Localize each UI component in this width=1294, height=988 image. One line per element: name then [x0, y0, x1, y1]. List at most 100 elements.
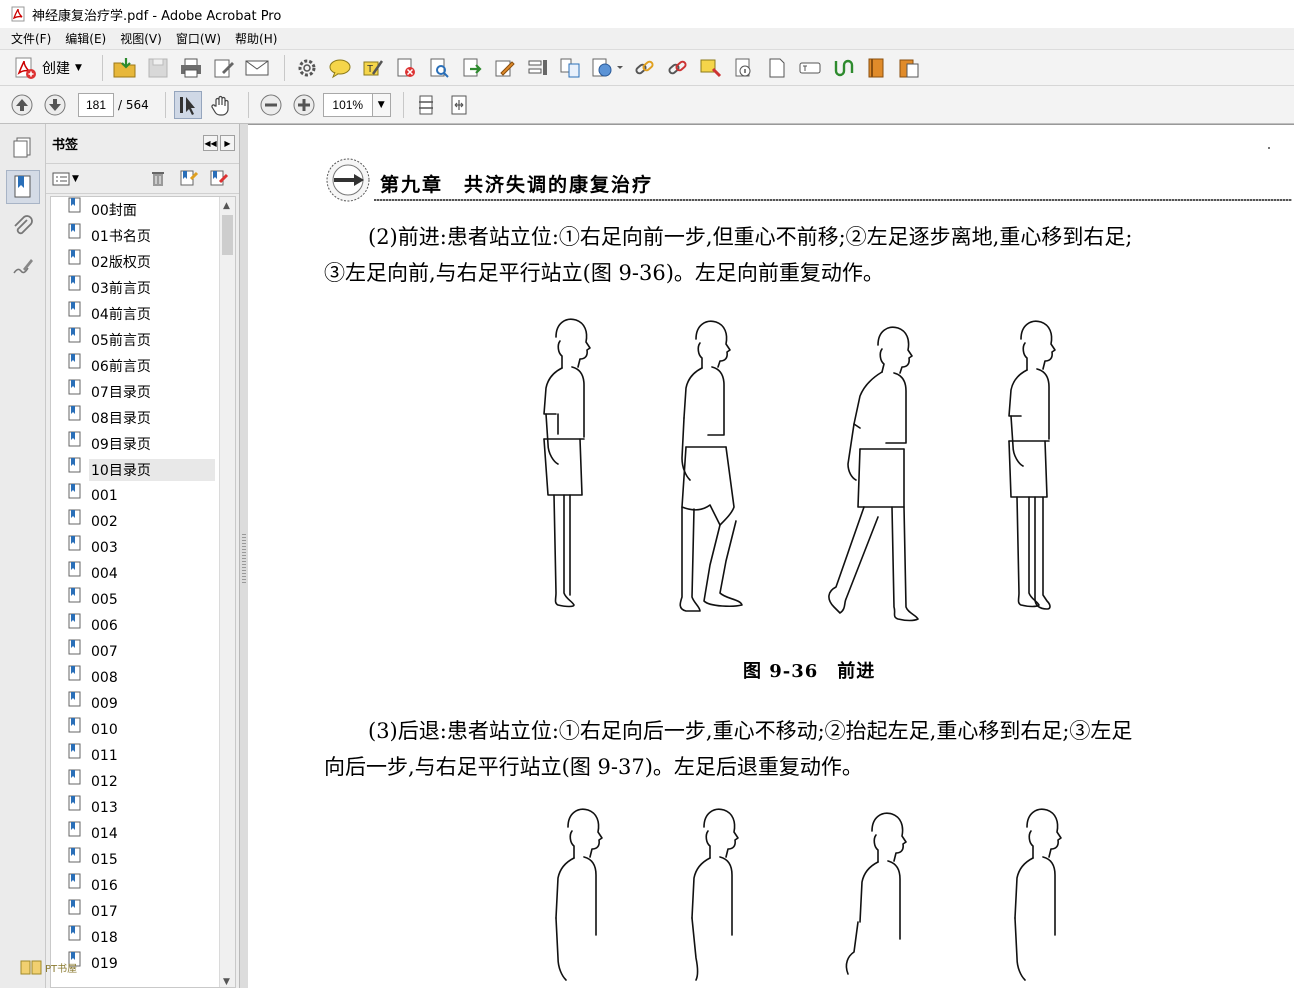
- select-tool-button[interactable]: [173, 90, 202, 119]
- bookmark-item[interactable]: 010: [51, 717, 235, 743]
- find-button[interactable]: [425, 54, 453, 82]
- bookmark-item[interactable]: 10目录页: [51, 457, 235, 483]
- scroll-down-icon[interactable]: ▼: [223, 977, 230, 987]
- create-button[interactable]: 创建 ▼: [8, 55, 86, 81]
- combine-button[interactable]: [557, 54, 585, 82]
- delete-page-button[interactable]: [392, 54, 420, 82]
- settings-button[interactable]: [293, 54, 321, 82]
- bookmark-item[interactable]: 01书名页: [51, 223, 235, 249]
- paragraph-forward-line-2: ③左足向前,与右足平行站立(图 9-36)。左足向前重复动作。: [324, 261, 884, 285]
- expand-panel-button[interactable]: ▶: [220, 135, 235, 151]
- stamp-button[interactable]: [697, 54, 725, 82]
- sign-button[interactable]: [491, 54, 519, 82]
- signatures-button[interactable]: [6, 250, 40, 284]
- bookmark-label: 004: [91, 566, 118, 582]
- share-button[interactable]: [590, 54, 626, 82]
- bookmark-item[interactable]: 09目录页: [51, 431, 235, 457]
- rename-button[interactable]: [796, 54, 824, 82]
- bookmark-item[interactable]: 016: [51, 873, 235, 899]
- bookmark-item[interactable]: 08目录页: [51, 405, 235, 431]
- save-button[interactable]: [144, 54, 172, 82]
- bookmark-item[interactable]: 014: [51, 821, 235, 847]
- menu-window[interactable]: 窗口(W): [169, 30, 228, 47]
- print-button[interactable]: [177, 54, 205, 82]
- bookmark-item[interactable]: 015: [51, 847, 235, 873]
- bookmark-icon: [68, 587, 81, 603]
- comment-button[interactable]: [326, 54, 354, 82]
- bookmark-item[interactable]: 005: [51, 587, 235, 613]
- bookmark-item[interactable]: 017: [51, 899, 235, 925]
- book-button[interactable]: [862, 54, 890, 82]
- edit-document-button[interactable]: [210, 54, 238, 82]
- open-button[interactable]: [111, 54, 139, 82]
- form-button[interactable]: [524, 54, 552, 82]
- bookmark-item[interactable]: 009: [51, 691, 235, 717]
- next-page-button[interactable]: [41, 91, 69, 119]
- bookmark-item[interactable]: 06前言页: [51, 353, 235, 379]
- printer-icon: [180, 58, 201, 77]
- bookmark-label: 06前言页: [91, 359, 151, 375]
- export-button[interactable]: [458, 54, 486, 82]
- highlight-text-button[interactable]: T: [359, 54, 387, 82]
- bookmark-item[interactable]: 00封面: [51, 197, 235, 223]
- fit-width-button[interactable]: [445, 91, 473, 119]
- bookmark-item[interactable]: 05前言页: [51, 327, 235, 353]
- page-info-button[interactable]: [730, 54, 758, 82]
- zoom-out-button[interactable]: [257, 91, 285, 119]
- bookmark-item[interactable]: 07目录页: [51, 379, 235, 405]
- bookmark-item[interactable]: 011: [51, 743, 235, 769]
- panel-splitter[interactable]: [240, 124, 248, 988]
- redo-button[interactable]: [829, 54, 857, 82]
- bookmark-item[interactable]: 018: [51, 925, 235, 951]
- bookmark-icon: [68, 535, 81, 551]
- bookmark-item[interactable]: 03前言页: [51, 275, 235, 301]
- menu-file[interactable]: 文件(F): [4, 30, 58, 47]
- blank-page-button[interactable]: [763, 54, 791, 82]
- expand-bookmark-button[interactable]: [209, 169, 229, 189]
- bookmark-item[interactable]: 007: [51, 639, 235, 665]
- bookmark-item[interactable]: 012: [51, 769, 235, 795]
- page-thumbnails-button[interactable]: [6, 130, 40, 164]
- zoom-selector[interactable]: 101% ▼: [322, 92, 391, 117]
- bookmark-item[interactable]: 019: [51, 951, 235, 977]
- new-bookmark-button[interactable]: [179, 169, 199, 189]
- email-button[interactable]: [243, 54, 271, 82]
- delete-bookmark-button[interactable]: [149, 169, 169, 189]
- clipboard-button[interactable]: [895, 54, 923, 82]
- page-number-input[interactable]: 181: [78, 92, 114, 117]
- bookmark-item[interactable]: 004: [51, 561, 235, 587]
- hand-tool-button[interactable]: [207, 91, 235, 119]
- link-button[interactable]: [631, 54, 659, 82]
- bookmark-item[interactable]: 003: [51, 535, 235, 561]
- menu-help[interactable]: 帮助(H): [228, 30, 284, 47]
- scroll-thumb[interactable]: [222, 215, 233, 255]
- menu-edit[interactable]: 编辑(E): [58, 30, 113, 47]
- menu-view[interactable]: 视图(V): [113, 30, 169, 47]
- collapse-panel-button[interactable]: ◀◀: [203, 135, 218, 151]
- document-view[interactable]: 第九章 共济失调的康复治疗 (2)前进:患者站立位:①右足向前一步,但重心不前移…: [248, 124, 1294, 988]
- watermark-text: PT书屋: [45, 963, 78, 975]
- scroll-up-icon[interactable]: ▲: [223, 201, 230, 211]
- bookmark-item[interactable]: 002: [51, 509, 235, 535]
- fit-page-button[interactable]: [412, 91, 440, 119]
- zoom-in-button[interactable]: [290, 91, 318, 119]
- splitter-grip[interactable]: [242, 534, 246, 584]
- bookmark-item[interactable]: 04前言页: [51, 301, 235, 327]
- zoom-dropdown-button[interactable]: ▼: [372, 92, 391, 117]
- zoom-input[interactable]: 101%: [322, 92, 373, 117]
- bookmark-item[interactable]: 013: [51, 795, 235, 821]
- bookmark-item[interactable]: 001: [51, 483, 235, 509]
- attachments-button[interactable]: [6, 210, 40, 244]
- speech-bubble-icon: [329, 59, 351, 78]
- bookmarks-scrollbar[interactable]: ▲ ▼: [219, 197, 235, 987]
- bookmark-item[interactable]: 02版权页: [51, 249, 235, 275]
- figure-backward-walking: [555, 808, 1062, 981]
- previous-page-button[interactable]: [8, 91, 36, 119]
- bookmark-label: 010: [91, 722, 118, 738]
- bookmark-item[interactable]: 008: [51, 665, 235, 691]
- bookmarks-button[interactable]: [6, 170, 40, 204]
- options-menu-button[interactable]: ▼: [52, 172, 79, 186]
- bookmark-icon: [68, 223, 81, 239]
- bookmark-item[interactable]: 006: [51, 613, 235, 639]
- unlink-button[interactable]: [664, 54, 692, 82]
